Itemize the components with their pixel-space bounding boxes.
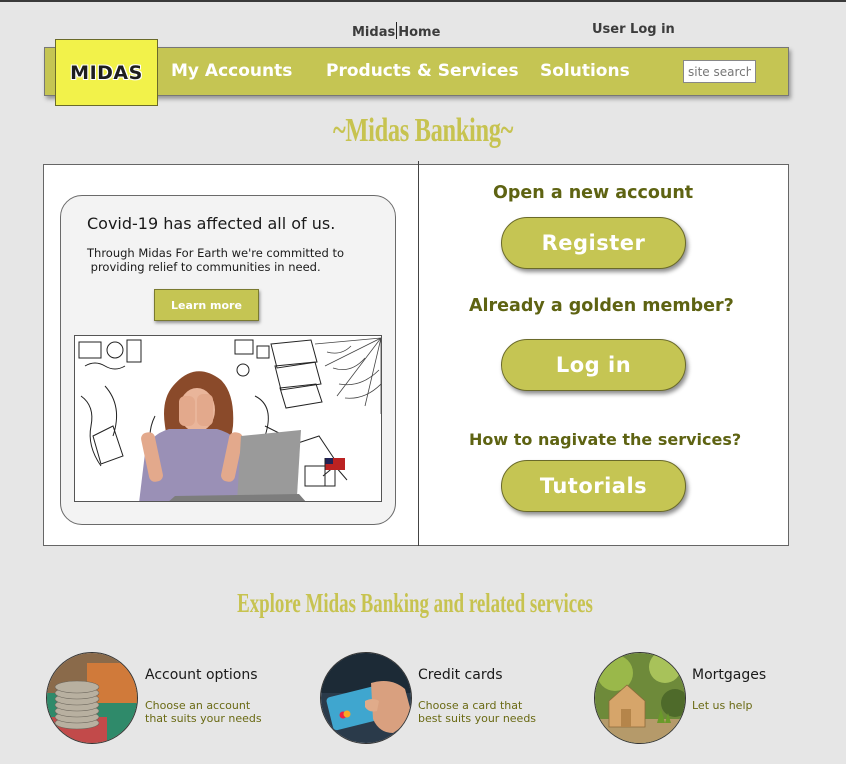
mortgages-text: Let us help <box>692 699 753 712</box>
account-options-line1: Choose an account <box>145 699 251 712</box>
covid-card-title: Covid-19 has affected all of us. <box>87 214 336 233</box>
navigate-heading: How to nagivate the services? <box>469 430 742 449</box>
credit-cards-link[interactable]: Credit cards <box>418 667 503 683</box>
home-link-home: Home <box>398 25 441 40</box>
explore-heading: Explore Midas Banking and related servic… <box>237 588 593 618</box>
nav-solutions[interactable]: Solutions <box>540 61 630 81</box>
nav-my-accounts[interactable]: My Accounts <box>171 61 292 81</box>
home-link[interactable]: Midas Home <box>352 22 440 40</box>
nav-products-services[interactable]: Products & Services <box>326 61 519 81</box>
credit-cards-line2: best suits your needs <box>418 712 537 725</box>
house-model-image[interactable] <box>594 652 686 744</box>
credit-card-image[interactable] <box>320 652 412 744</box>
golden-member-heading: Already a golden member? <box>469 296 734 316</box>
covid-text-line2: providing relief to communities in need. <box>87 260 321 274</box>
login-button[interactable]: Log in <box>501 339 686 391</box>
tutorials-button[interactable]: Tutorials <box>501 460 686 512</box>
learn-more-button[interactable]: Learn more <box>154 289 259 321</box>
register-button[interactable]: Register <box>501 217 686 269</box>
page-title: ~Midas Banking~ <box>333 112 513 149</box>
account-options-text: Choose an account that suits your needs <box>145 699 262 725</box>
account-options-link[interactable]: Account options <box>145 667 258 683</box>
panel-divider <box>418 161 419 546</box>
covid-card-text: Through Midas For Earth we're committed … <box>87 246 377 274</box>
credit-cards-text: Choose a card that best suits your needs <box>418 699 536 725</box>
site-search-input[interactable] <box>683 60 756 83</box>
open-account-heading: Open a new account <box>493 183 694 203</box>
home-link-midas: Midas <box>352 25 396 40</box>
covid-text-line1: Through Midas For Earth we're committed … <box>87 246 344 260</box>
midas-logo[interactable]: MIDAS <box>55 39 158 106</box>
account-options-line2: that suits your needs <box>145 712 262 725</box>
credit-cards-line1: Choose a card that <box>418 699 523 712</box>
coins-cash-image[interactable] <box>46 652 138 744</box>
user-login-link[interactable]: User Log in <box>592 22 675 37</box>
stressed-woman-laptop-image <box>74 335 382 502</box>
mortgages-link[interactable]: Mortgages <box>692 667 766 683</box>
